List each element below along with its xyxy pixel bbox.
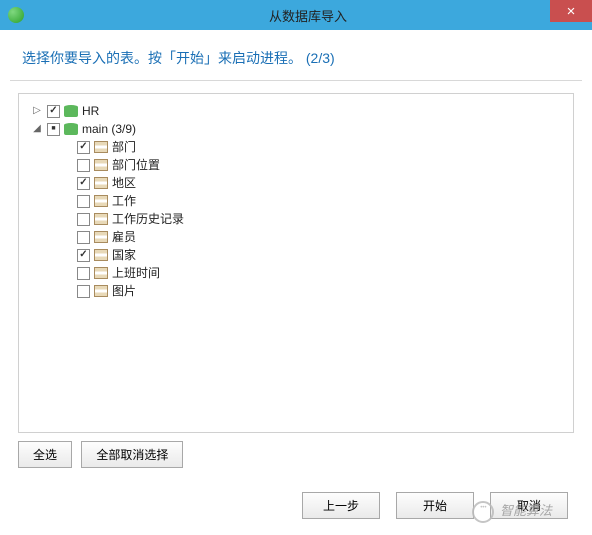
table-icon <box>94 213 108 225</box>
collapse-icon[interactable]: ◢ <box>31 120 43 138</box>
table-icon <box>94 231 108 243</box>
tree-leaf[interactable]: 部门 <box>61 138 573 156</box>
table-icon <box>94 177 108 189</box>
tree-node-hr[interactable]: ▷ HR <box>31 102 573 120</box>
tree-leaf[interactable]: 雇员 <box>61 228 573 246</box>
prev-button[interactable]: 上一步 <box>302 492 380 519</box>
tree-leaf[interactable]: 国家 <box>61 246 573 264</box>
select-all-button[interactable]: 全选 <box>18 441 72 468</box>
tree-node-main[interactable]: ◢ main (3/9) <box>31 120 573 138</box>
tree-children: 部门 部门位置 地区 工作 工作历史记录 雇员 国家 上班时间 图片 <box>31 138 573 300</box>
node-label: 上班时间 <box>112 264 160 282</box>
node-label: 部门位置 <box>112 156 160 174</box>
tree-panel: ▷ HR ◢ main (3/9) 部门 部门位置 地区 工作 工作历史记录 雇… <box>18 93 574 433</box>
instruction-text: 选择你要导入的表。按「开始」来启动进程。 (2/3) <box>0 30 592 80</box>
tree-leaf[interactable]: 工作历史记录 <box>61 210 573 228</box>
checkbox[interactable] <box>77 231 90 244</box>
checkbox[interactable] <box>77 159 90 172</box>
node-label: 地区 <box>112 174 136 192</box>
table-icon <box>94 195 108 207</box>
checkbox[interactable] <box>47 105 60 118</box>
tree-leaf[interactable]: 地区 <box>61 174 573 192</box>
checkbox[interactable] <box>77 177 90 190</box>
table-icon <box>94 285 108 297</box>
table-icon <box>94 141 108 153</box>
app-icon <box>8 7 24 23</box>
node-label: 国家 <box>112 246 136 264</box>
expand-icon[interactable]: ▷ <box>31 102 43 120</box>
database-icon <box>64 105 78 117</box>
table-icon <box>94 249 108 261</box>
divider <box>10 80 582 81</box>
checkbox[interactable] <box>77 285 90 298</box>
node-label: 图片 <box>112 282 136 300</box>
checkbox[interactable] <box>77 195 90 208</box>
checkbox[interactable] <box>47 123 60 136</box>
node-label: 工作历史记录 <box>112 210 184 228</box>
tree-leaf[interactable]: 部门位置 <box>61 156 573 174</box>
node-label: 部门 <box>112 138 136 156</box>
checkbox[interactable] <box>77 267 90 280</box>
node-label: main (3/9) <box>82 120 136 138</box>
node-label: 工作 <box>112 192 136 210</box>
selection-buttons: 全选 全部取消选择 <box>18 441 574 468</box>
checkbox[interactable] <box>77 213 90 226</box>
table-icon <box>94 159 108 171</box>
close-button[interactable]: × <box>550 0 592 22</box>
tree-leaf[interactable]: 工作 <box>61 192 573 210</box>
deselect-all-button[interactable]: 全部取消选择 <box>81 441 183 468</box>
checkbox[interactable] <box>77 249 90 262</box>
table-icon <box>94 267 108 279</box>
checkbox[interactable] <box>77 141 90 154</box>
window-title: 从数据库导入 <box>24 6 592 25</box>
node-label: 雇员 <box>112 228 136 246</box>
start-button[interactable]: 开始 <box>396 492 474 519</box>
tree: ▷ HR ◢ main (3/9) 部门 部门位置 地区 工作 工作历史记录 雇… <box>19 102 573 300</box>
node-label: HR <box>82 102 99 120</box>
database-icon <box>64 123 78 135</box>
tree-leaf[interactable]: 图片 <box>61 282 573 300</box>
titlebar: 从数据库导入 × <box>0 0 592 30</box>
tree-leaf[interactable]: 上班时间 <box>61 264 573 282</box>
footer-buttons: 上一步 开始 取消 <box>302 492 574 519</box>
cancel-button[interactable]: 取消 <box>490 492 568 519</box>
